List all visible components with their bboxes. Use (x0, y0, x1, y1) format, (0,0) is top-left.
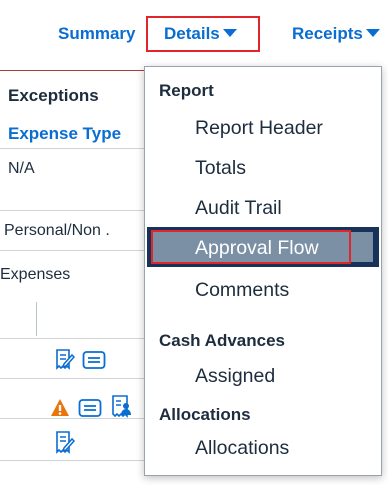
column-divider (36, 302, 37, 336)
row-divider (0, 250, 145, 251)
menu-item-assigned[interactable]: Assigned (195, 365, 275, 388)
expenses-heading: Expenses (0, 266, 71, 283)
row-divider (0, 378, 145, 379)
row-divider (0, 338, 145, 339)
details-tab-highlight-box (146, 16, 260, 52)
expense-type-column-header[interactable]: Expense Type (8, 124, 121, 144)
tab-receipts[interactable]: Receipts (292, 24, 380, 44)
menu-item-totals[interactable]: Totals (195, 157, 246, 180)
warning-icon[interactable] (50, 398, 70, 418)
exception-row-value: Personal/Non . (4, 222, 110, 239)
menu-group-allocations: Allocations (159, 405, 251, 424)
receipt-icon[interactable] (54, 430, 76, 456)
menu-item-allocations[interactable]: Allocations (195, 437, 289, 460)
exception-row-value: N/A (8, 160, 35, 177)
menu-item-approval-flow[interactable]: Approval Flow (195, 237, 319, 260)
header-divider (0, 70, 145, 71)
attendee-receipt-icon[interactable] (110, 394, 132, 420)
row-divider (0, 148, 145, 149)
menu-item-audit-trail[interactable]: Audit Trail (195, 197, 282, 220)
caret-down-icon (365, 29, 380, 37)
receipt-icon[interactable] (54, 348, 76, 372)
card-icon[interactable] (78, 398, 102, 418)
menu-item-comments[interactable]: Comments (195, 279, 289, 302)
menu-group-report: Report (159, 81, 214, 100)
tab-receipts-label: Receipts (292, 24, 363, 43)
details-dropdown-menu: Report Report Header Totals Audit Trail … (144, 66, 382, 476)
menu-group-cash-advances: Cash Advances (159, 331, 285, 350)
exceptions-heading: Exceptions (8, 86, 99, 105)
menu-item-report-header[interactable]: Report Header (195, 117, 323, 140)
card-icon[interactable] (82, 350, 106, 370)
tab-bar: Summary Details Receipts (0, 0, 388, 68)
tab-summary[interactable]: Summary (58, 24, 135, 44)
row-divider (0, 210, 145, 211)
row-divider (0, 460, 145, 461)
